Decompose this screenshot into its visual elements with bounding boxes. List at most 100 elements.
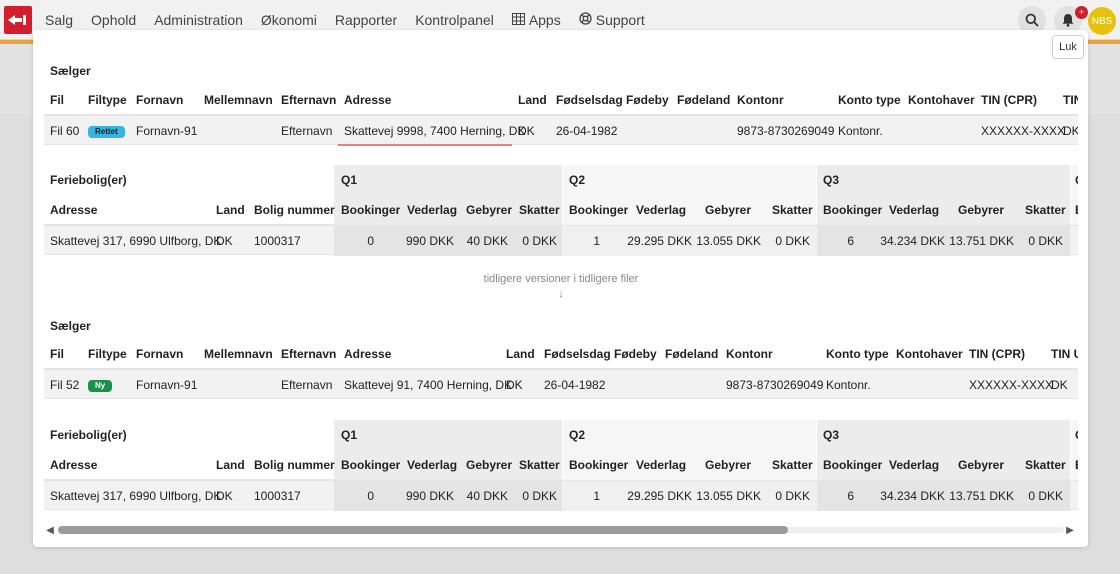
scroll-left-arrow-icon[interactable]: ◀ <box>44 524 56 536</box>
cell-fornavn: Fornavn-91 <box>136 378 198 392</box>
col-q1-skatter: Skatter <box>519 458 560 472</box>
nav-support-label: Support <box>595 12 645 28</box>
cell-adresse: Skattevej 91, 7400 Herning, DK <box>344 378 513 392</box>
scroll-area: Sælger Fil Filtype Fornavn Mellemnavn Ef… <box>44 30 1078 547</box>
nav-kontrolpanel[interactable]: Kontrolpanel <box>415 12 494 28</box>
cell-kontonr: 9873-8730269049 <box>737 124 835 138</box>
col-tin-cpr: TIN (CPR) <box>981 93 1037 107</box>
holiday-group-header-row: Feriebolig(er) Q1 Q2 Q3 Q <box>44 165 1078 195</box>
nav-apps-label: Apps <box>528 12 561 28</box>
cell-tin2: DK <box>1051 378 1068 392</box>
col-q2-gebyrer: Gebyrer <box>705 203 752 217</box>
cell-efternavn: Efternavn <box>281 124 333 138</box>
col-q1-vederlag: Vederlag <box>407 458 458 472</box>
col-tin: TIN <box>1063 93 1078 107</box>
table-row[interactable]: Skattevej 317, 6990 Ulfborg, DK DK 10003… <box>44 225 1078 256</box>
cell-q3-skatter: 0 DKK <box>1028 234 1063 248</box>
col-q4-partial: B <box>1075 450 1078 480</box>
nav-apps[interactable]: Apps <box>511 12 561 28</box>
col-land: Land <box>216 458 245 472</box>
col-q3-bookinger: Bookinger <box>823 458 883 472</box>
col-q1-skatter: Skatter <box>519 203 560 217</box>
nav-salg[interactable]: Salg <box>45 12 73 28</box>
col-foedeby: Fødeby <box>626 93 669 107</box>
col-land: Land <box>518 93 547 107</box>
cell-fil: Fil 52 <box>50 378 80 392</box>
col-q3-vederlag: Vederlag <box>889 203 940 217</box>
col-kontohaver: Kontohaver <box>896 347 963 361</box>
nav-ophold[interactable]: Ophold <box>91 12 136 28</box>
col-fil: Fil <box>50 347 64 361</box>
cell-q1-gebyrer: 40 DKK <box>466 234 508 248</box>
cell-q3-skatter: 0 DKK <box>1028 489 1063 503</box>
col-foedselsdag: Fødselsdag <box>556 93 623 107</box>
cell-tin2: DK <box>1063 124 1078 138</box>
col-q2-vederlag: Vederlag <box>636 458 687 472</box>
nav-rapporter[interactable]: Rapporter <box>335 12 397 28</box>
col-foedeland: Fødeland <box>677 93 731 107</box>
app-logo[interactable] <box>4 6 32 34</box>
col-q3-gebyrer: Gebyrer <box>958 458 1005 472</box>
table-row[interactable]: Skattevej 317, 6990 Ulfborg, DK DK 10003… <box>44 480 1078 511</box>
holiday-header-row: Adresse Land Bolig nummer Bookinger Vede… <box>44 195 1078 225</box>
cell-efternavn: Efternavn <box>281 378 333 392</box>
close-button[interactable]: Luk <box>1052 35 1084 59</box>
col-q3-bookinger: Bookinger <box>823 203 883 217</box>
status-badge: Rettet <box>88 125 125 138</box>
table-row[interactable]: Fil 52 Ny Fornavn-91 Efternavn Skattevej… <box>44 369 1078 399</box>
q2-band <box>563 165 816 195</box>
col-kontonr: Kontonr <box>726 347 773 361</box>
seller-section-title: Sælger <box>50 319 91 333</box>
col-efternavn: Efternavn <box>281 93 337 107</box>
cell-land: DK <box>216 234 233 248</box>
cell-q2-gebyrer: 13.055 DKK <box>696 489 761 503</box>
col-foedselsdag: Fødselsdag <box>544 347 611 361</box>
nav-oekonomi[interactable]: Økonomi <box>261 12 317 28</box>
cell-q2-bookinger: 1 <box>593 489 600 503</box>
col-adresse: Adresse <box>50 458 98 472</box>
col-q2-skatter: Skatter <box>772 203 813 217</box>
nav-administration[interactable]: Administration <box>154 12 243 28</box>
cell-adresse: Skattevej 317, 6990 Ulfborg, DK <box>50 234 222 248</box>
q2-band <box>563 420 816 450</box>
q1-band <box>334 420 562 450</box>
nav-support[interactable]: Support <box>579 12 645 28</box>
col-q2-bookinger: Bookinger <box>569 203 629 217</box>
grid-icon <box>511 12 525 28</box>
cell-filtype: Ny <box>88 370 113 400</box>
holiday-group-header-row: Feriebolig(er) Q1 Q2 Q3 Q <box>44 420 1078 450</box>
holiday-section-title: Feriebolig(er) <box>50 428 127 442</box>
col-filtype: Filtype <box>88 93 127 107</box>
lifebuoy-icon <box>579 12 592 28</box>
cell-adresse: Skattevej 317, 6990 Ulfborg, DK <box>50 489 222 503</box>
quarter-q2: Q2 <box>569 428 586 442</box>
cell-foedselsdag: 26-04-1982 <box>556 124 618 138</box>
horizontal-scrollbar[interactable]: ◀ ▶ <box>44 524 1078 536</box>
holiday-section-title: Feriebolig(er) <box>50 173 127 187</box>
scroll-right-arrow-icon[interactable]: ▶ <box>1064 524 1076 536</box>
col-efternavn: Efternavn <box>281 347 337 361</box>
col-q3-vederlag: Vederlag <box>889 458 940 472</box>
quarter-q4: Q <box>1075 165 1078 195</box>
quarter-q1: Q1 <box>341 428 358 442</box>
cell-q2-vederlag: 29.295 DKK <box>627 489 692 503</box>
col-land: Land <box>506 347 535 361</box>
user-avatar[interactable]: NBS <box>1088 7 1116 35</box>
q3-band <box>817 165 1070 195</box>
col-tin-u: TIN U <box>1051 347 1078 361</box>
cell-q1-skatter: 0 DKK <box>522 234 557 248</box>
col-q2-bookinger: Bookinger <box>569 458 629 472</box>
scrollbar-thumb[interactable] <box>58 526 788 534</box>
cell-bolig-nummer: 1000317 <box>254 234 301 248</box>
cell-fil: Fil 60 <box>50 124 80 138</box>
cell-q2-gebyrer: 13.055 DKK <box>696 234 761 248</box>
quarter-q4: Q <box>1075 420 1078 450</box>
search-icon <box>1025 13 1039 27</box>
col-q1-bookinger: Bookinger <box>341 203 401 217</box>
col-adresse: Adresse <box>344 93 392 107</box>
col-adresse: Adresse <box>344 347 392 361</box>
col-filtype: Filtype <box>88 347 127 361</box>
table-row[interactable]: Fil 60 Rettet Fornavn-91 Efternavn Skatt… <box>44 115 1078 145</box>
col-adresse: Adresse <box>50 203 98 217</box>
cell-q2-skatter: 0 DKK <box>775 234 810 248</box>
